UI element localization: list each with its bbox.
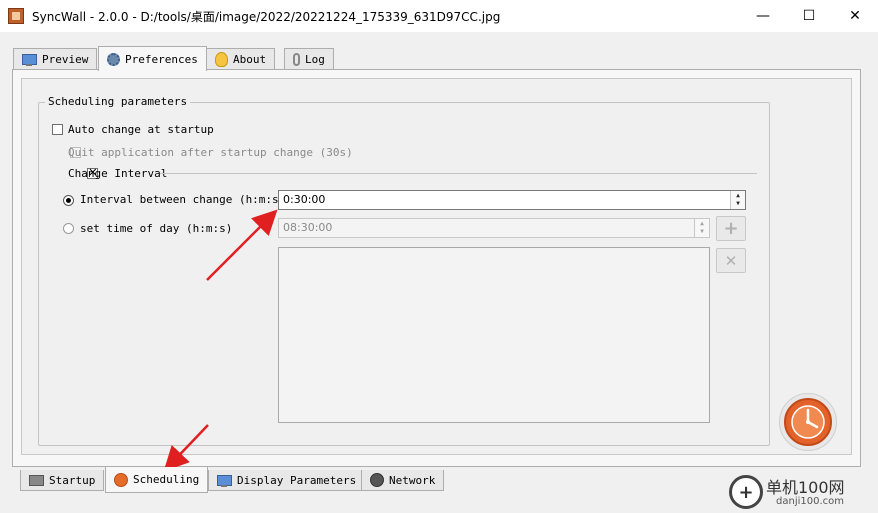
interval-radio[interactable]	[63, 195, 74, 206]
timeofday-radio[interactable]	[63, 223, 74, 234]
tab-network[interactable]: Network	[361, 470, 445, 491]
timeofday-value: 08:30:00	[283, 221, 333, 234]
monitor-icon	[217, 474, 232, 487]
interval-value: 0:30:00	[283, 193, 326, 206]
tab-scheduling[interactable]: Scheduling	[105, 467, 209, 493]
spin-up-icon[interactable]: ▲	[700, 220, 704, 228]
tab-label: Scheduling	[133, 473, 200, 486]
tab-about[interactable]: About	[206, 48, 276, 70]
tab-label: Startup	[49, 473, 96, 487]
watermark-title: 单机100网	[766, 478, 845, 497]
tab-display-parameters[interactable]: Display Parameters	[208, 470, 366, 491]
tab-preferences[interactable]: Preferences	[98, 46, 207, 71]
window-title: SyncWall - 2.0.0 - D:/tools/桌面/image/202…	[32, 10, 501, 24]
tab-startup[interactable]: Startup	[20, 470, 105, 491]
tab-log[interactable]: Log	[284, 48, 334, 70]
monitor-icon	[22, 54, 37, 66]
globe-icon	[370, 473, 384, 487]
auto-change-checkbox[interactable]	[52, 124, 63, 135]
auto-change-label: Auto change at startup	[68, 123, 214, 136]
time-list[interactable]	[278, 247, 710, 423]
group-title: Scheduling parameters	[45, 95, 191, 108]
tab-label: Preview	[42, 53, 89, 66]
tab-label: About	[233, 53, 267, 66]
close-button[interactable]: ✕	[832, 0, 878, 32]
spin-down-icon[interactable]: ▼	[700, 228, 704, 236]
app-icon	[8, 8, 24, 24]
paperclip-icon	[293, 53, 300, 66]
timeofday-label: set time of day (h:m:s)	[80, 222, 233, 235]
minimize-button[interactable]: —	[740, 0, 786, 32]
remove-time-button[interactable]: ✕	[716, 248, 746, 273]
spin-down-icon[interactable]: ▼	[736, 200, 740, 208]
tab-preview[interactable]: Preview	[13, 48, 98, 70]
interval-spin-arrows[interactable]: ▲ ▼	[730, 191, 745, 209]
spin-up-icon[interactable]: ▲	[736, 192, 740, 200]
tab-label: Log	[305, 53, 325, 66]
tab-label: Display Parameters	[237, 473, 357, 487]
clock-icon	[114, 472, 128, 487]
gear-icon	[107, 52, 120, 66]
add-time-button[interactable]: +	[716, 216, 746, 241]
watermark-url: danji100.com	[776, 496, 844, 507]
interval-label: Interval between change (h:m:s)	[80, 193, 286, 206]
change-interval-label: Change Interval	[68, 167, 168, 180]
maximize-button[interactable]: ☐	[786, 0, 832, 32]
tab-label: Network	[389, 473, 436, 487]
timeofday-spinbox[interactable]: 08:30:00	[278, 218, 710, 238]
watermark-logo: +	[729, 475, 763, 509]
startup-icon	[29, 474, 44, 486]
bulb-icon	[215, 52, 228, 67]
tab-label: Preferences	[125, 52, 198, 66]
timeofday-spin-arrows[interactable]: ▲ ▼	[694, 219, 709, 237]
interval-spinbox[interactable]: 0:30:00	[278, 190, 746, 210]
quit-after-startup-label: Quit application after startup change (3…	[68, 146, 353, 159]
change-interval-separator	[160, 173, 757, 174]
clock-icon	[784, 398, 832, 446]
